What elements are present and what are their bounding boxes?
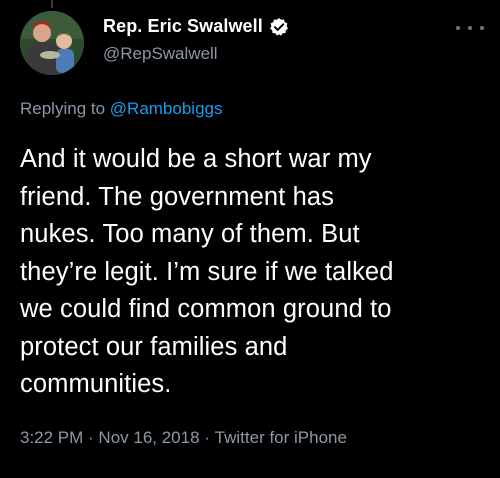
meta-separator: · — [83, 428, 99, 447]
tweet-meta: 3:22 PM · Nov 16, 2018 · Twitter for iPh… — [20, 428, 347, 448]
avatar[interactable] — [20, 11, 84, 75]
more-options-icon[interactable] — [456, 21, 484, 35]
tweet-text-line: protect our families and — [20, 332, 288, 361]
tweet-card: Rep. Eric Swalwell @RepSwalwell Replying… — [0, 0, 500, 478]
dot — [456, 26, 460, 30]
author-handle[interactable]: @RepSwalwell — [103, 44, 218, 64]
replying-to-line: Replying to @Rambobiggs — [20, 99, 222, 119]
tweet-text-line: And it would be a short war my — [20, 145, 372, 173]
verified-badge-icon — [269, 17, 289, 37]
tweet-source[interactable]: Twitter for iPhone — [215, 428, 347, 448]
replying-to-label: Replying to — [20, 99, 110, 118]
tweet-text-line: they’re legit. I’m sure if we talked — [20, 257, 394, 286]
tweet-text: And it would be a short war my friend. T… — [20, 141, 490, 404]
tweet-time[interactable]: 3:22 PM — [20, 428, 83, 448]
author-display-name[interactable]: Rep. Eric Swalwell — [103, 16, 263, 37]
dot — [480, 26, 484, 30]
meta-separator: · — [199, 428, 215, 447]
tweet-text-line: we could find common ground to — [20, 295, 392, 323]
tweet-date[interactable]: Nov 16, 2018 — [98, 428, 199, 448]
author-name-row[interactable]: Rep. Eric Swalwell — [103, 16, 289, 37]
replying-to-mention-link[interactable]: @Rambobiggs — [110, 99, 223, 118]
tweet-text-line: communities. — [20, 370, 172, 398]
tweet-text-line: friend. The government has — [20, 182, 334, 211]
thread-connector-line — [51, 0, 53, 8]
profile-photo-icon — [20, 11, 84, 75]
tweet-text-line: nukes. Too many of them. But — [20, 220, 360, 248]
dot — [468, 26, 472, 30]
